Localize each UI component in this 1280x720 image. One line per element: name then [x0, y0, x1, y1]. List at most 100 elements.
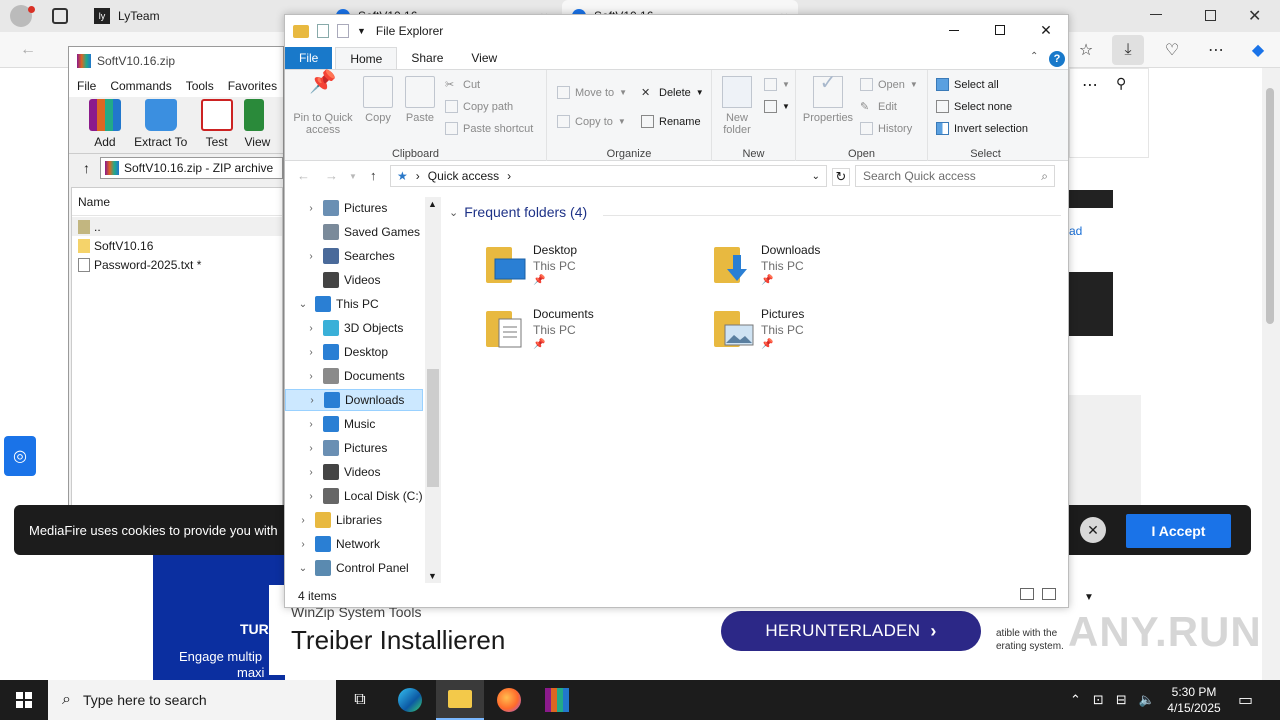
nav-item[interactable]: › Libraries [285, 509, 423, 531]
rename-button[interactable]: Rename [641, 115, 701, 128]
feedback-button[interactable]: ◎ [4, 436, 36, 476]
refresh-icon[interactable]: ↻ [832, 168, 850, 186]
properties-button[interactable]: ✓ Properties [800, 73, 856, 124]
edit-button[interactable]: ✎ Edit [860, 100, 897, 114]
settings-more-icon[interactable]: ⋯ [1200, 35, 1232, 65]
nav-item[interactable]: Saved Games [285, 221, 423, 243]
navigation-scrollbar[interactable]: ▲ ▼ [425, 197, 441, 583]
column-header-name[interactable]: Name [72, 188, 282, 216]
folder-tile-desktop[interactable]: Desktop This PC 📌 [485, 241, 685, 301]
search-field[interactable]: Search Quick access ⌕ [855, 165, 1055, 187]
nav-item[interactable]: › Local Disk (C:) [285, 485, 423, 507]
scrollbar-thumb[interactable] [427, 369, 439, 487]
menu-favorites[interactable]: Favorites [228, 79, 277, 93]
winrar-taskbar-button[interactable] [533, 680, 581, 720]
chevron-down-icon[interactable]: ⌄ [297, 299, 309, 310]
chevron-down-icon[interactable]: ⌄ [297, 563, 309, 574]
menu-tools[interactable]: Tools [186, 79, 214, 93]
menu-file[interactable]: File [77, 79, 96, 93]
invert-selection-button[interactable]: Invert selection [936, 122, 1028, 135]
nav-item[interactable]: › Documents [285, 365, 423, 387]
close-browser-icon[interactable]: ✕ [1248, 6, 1261, 26]
chevron-down-icon[interactable]: ▼ [357, 26, 366, 36]
address-dropdown-icon[interactable]: ⌄ [812, 171, 820, 182]
pin-icon[interactable]: ⚲ [1116, 75, 1126, 92]
new-folder-icon[interactable] [337, 24, 349, 38]
chevron-right-icon[interactable]: › [305, 347, 317, 358]
nav-item[interactable]: › Music [285, 413, 423, 435]
task-view-button[interactable]: ⧉ [336, 680, 384, 720]
nav-item[interactable]: ⌄ This PC [285, 293, 423, 315]
details-view-icon[interactable] [1020, 588, 1034, 600]
menu-commands[interactable]: Commands [110, 79, 171, 93]
archive-path-field[interactable]: SoftV10.16.zip - ZIP archive [100, 156, 283, 179]
chevron-right-icon[interactable]: › [305, 371, 317, 382]
scroll-up-icon[interactable]: ▲ [428, 199, 437, 209]
chevron-right-icon[interactable]: › [306, 395, 318, 406]
scrollbar-thumb[interactable] [1266, 88, 1274, 324]
nav-item[interactable]: › Pictures [285, 437, 423, 459]
file-explorer-taskbar-button[interactable] [436, 680, 484, 720]
nav-item[interactable]: › Videos [285, 461, 423, 483]
chevron-right-icon[interactable]: › [297, 515, 309, 526]
new-item-button[interactable]: ▼ [764, 78, 790, 91]
history-button[interactable]: History [860, 122, 912, 135]
tab-home[interactable]: Home [335, 47, 398, 69]
start-button[interactable] [0, 680, 48, 720]
chevron-right-icon[interactable]: › [297, 539, 309, 550]
notification-button[interactable]: ▭ [1238, 680, 1253, 720]
back-icon[interactable]: ← [12, 35, 44, 65]
new-folder-button[interactable]: New folder [718, 76, 756, 136]
select-all-button[interactable]: Select all [936, 78, 999, 91]
delete-button[interactable]: ✕ Delete ▼ [641, 86, 704, 100]
minimize-browser-icon[interactable] [1150, 14, 1162, 15]
easy-access-button[interactable]: ▼ [764, 100, 790, 113]
test-button[interactable]: Test [189, 97, 245, 153]
nav-item[interactable]: › 3D Objects [285, 317, 423, 339]
tab-actions-icon[interactable] [52, 8, 68, 24]
page-scrollbar[interactable] [1262, 68, 1280, 680]
restore-browser-icon[interactable] [1205, 10, 1216, 21]
nav-item[interactable]: › Pictures [285, 197, 423, 219]
firefox-taskbar-button[interactable] [485, 680, 533, 720]
blue-ad[interactable]: TUR Engage multip maxi [153, 555, 285, 680]
nav-item[interactable]: Videos [285, 269, 423, 291]
more-options-icon[interactable]: ⋯ [1082, 75, 1098, 95]
copy-path-button[interactable]: Copy path [445, 100, 513, 113]
edge-taskbar-button[interactable] [386, 680, 434, 720]
folder-tile-documents[interactable]: Documents This PC 📌 [485, 305, 685, 365]
pin-to-quick-access-button[interactable]: 📌 Pin to Quick access [291, 71, 355, 137]
copilot-icon[interactable]: ◆ [1242, 35, 1274, 65]
open-button[interactable]: Open ▼ [860, 78, 918, 91]
cookie-close-button[interactable]: ✕ [1080, 517, 1106, 543]
paste-button[interactable]: Paste [403, 76, 437, 124]
list-item[interactable]: .. [72, 217, 282, 236]
downloads-icon[interactable]: ⤓ [1112, 35, 1144, 65]
tab-share[interactable]: Share [397, 47, 457, 69]
browser-essentials-icon[interactable]: ♡ [1156, 35, 1188, 65]
cookie-accept-button[interactable]: I Accept [1126, 514, 1231, 548]
nav-item[interactable]: › Network [285, 533, 423, 555]
nav-item[interactable]: › Searches [285, 245, 423, 267]
list-item[interactable]: Password-2025.txt * [72, 255, 282, 274]
ad-download-button[interactable]: HERUNTERLADEN › [721, 611, 981, 651]
large-icons-view-icon[interactable] [1042, 588, 1056, 600]
ad-dropdown-icon[interactable]: ▼ [1084, 592, 1094, 603]
copy-to-button[interactable]: Copy to ▼ [557, 115, 626, 128]
up-arrow-icon[interactable]: ↑ [370, 168, 377, 183]
folder-tile-downloads[interactable]: Downloads This PC 📌 [713, 241, 913, 301]
nav-item[interactable]: ⌄ Control Panel [285, 557, 423, 579]
forward-arrow-icon[interactable]: → [325, 168, 338, 183]
collapse-ribbon-icon[interactable]: ⌃ [1030, 51, 1038, 62]
chevron-right-icon[interactable]: › [305, 251, 317, 262]
browser-tab-lyteam[interactable]: ly LyTeam [84, 0, 308, 32]
folder-tile-pictures[interactable]: Pictures This PC 📌 [713, 305, 913, 365]
cut-button[interactable]: ✂ Cut [445, 78, 480, 92]
select-none-button[interactable]: Select none [936, 100, 1012, 113]
chevron-right-icon[interactable]: › [305, 419, 317, 430]
move-to-button[interactable]: Move to ▼ [557, 86, 627, 99]
nav-item[interactable]: › Downloads [285, 389, 423, 411]
back-arrow-icon[interactable]: ← [297, 168, 310, 183]
view-button[interactable]: View [244, 97, 283, 153]
device-icon[interactable]: ⊡ [1093, 692, 1104, 708]
